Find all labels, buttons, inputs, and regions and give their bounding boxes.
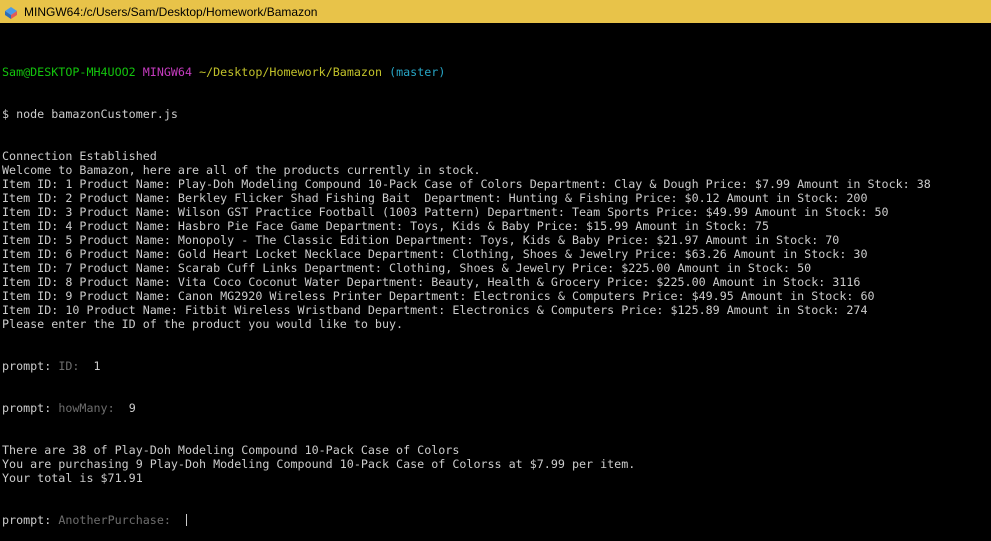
prompt-prefix: prompt: [2, 359, 52, 373]
msystem-label: MINGW64 [142, 65, 193, 79]
output-line: Item ID: 3 Product Name: Wilson GST Prac… [2, 205, 889, 219]
output-line: Item ID: 6 Product Name: Gold Heart Lock… [2, 247, 868, 261]
working-directory: ~/Desktop/Homework/Bamazon [199, 65, 383, 79]
output-lines: Connection Established Welcome to Bamazon… [2, 149, 989, 331]
output-line: Item ID: 2 Product Name: Berkley Flicker… [2, 191, 868, 205]
command-line: $ node bamazonCustomer.js [2, 107, 178, 121]
output-line: Item ID: 10 Product Name: Fitbit Wireles… [2, 303, 868, 317]
output-line: Item ID: 7 Product Name: Scarab Cuff Lin… [2, 261, 812, 275]
output-line: Item ID: 8 Product Name: Vita Coco Cocon… [2, 275, 861, 289]
prompt-label: ID: [58, 359, 80, 373]
prompt-another-purchase-line[interactable]: prompt: AnotherPurchase: [2, 513, 989, 527]
mingw-icon [4, 5, 18, 19]
terminal-output[interactable]: Sam@DESKTOP-MH4UOO2 MINGW64 ~/Desktop/Ho… [2, 37, 989, 532]
result-line: You are purchasing 9 Play-Doh Modeling C… [2, 457, 636, 471]
output-line: Connection Established [2, 149, 157, 163]
prompt-id-line: prompt: ID: 1 [2, 359, 989, 373]
output-line: Item ID: 4 Product Name: Hasbro Pie Face… [2, 219, 769, 233]
git-branch: (master) [389, 65, 446, 79]
window-titlebar[interactable]: MINGW64:/c/Users/Sam/Desktop/Homework/Ba… [0, 0, 991, 23]
prompt-label: howMany: [58, 401, 115, 415]
output-line: Welcome to Bamazon, here are all of the … [2, 163, 481, 177]
text-cursor [185, 514, 187, 526]
shell-prompt-line: Sam@DESKTOP-MH4UOO2 MINGW64 ~/Desktop/Ho… [2, 65, 989, 79]
prompt-answer: 9 [128, 401, 136, 415]
output-line: Please enter the ID of the product you w… [2, 317, 404, 331]
prompt-howmany-line: prompt: howMany: 9 [2, 401, 989, 415]
output-line: Item ID: 9 Product Name: Canon MG2920 Wi… [2, 289, 875, 303]
prompt-prefix: prompt: [2, 401, 52, 415]
result-line: Your total is $71.91 [2, 471, 143, 485]
output-line: Item ID: 1 Product Name: Play-Doh Modeli… [2, 177, 931, 191]
result-lines: There are 38 of Play-Doh Modeling Compou… [2, 443, 989, 485]
result-line: There are 38 of Play-Doh Modeling Compou… [2, 443, 460, 457]
user-host: Sam@DESKTOP-MH4UOO2 [2, 65, 136, 79]
prompt-label: AnotherPurchase: [58, 513, 171, 527]
window-title: MINGW64:/c/Users/Sam/Desktop/Homework/Ba… [24, 4, 318, 19]
prompt-answer: 1 [93, 359, 101, 373]
prompt-prefix: prompt: [2, 513, 52, 527]
output-line: Item ID: 5 Product Name: Monopoly - The … [2, 233, 840, 247]
